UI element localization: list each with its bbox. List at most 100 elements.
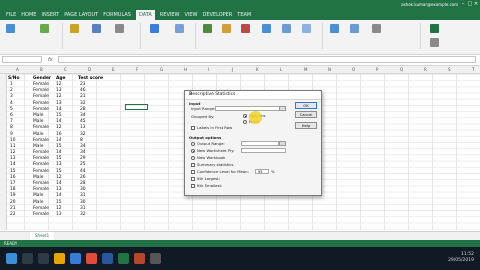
remove-duplicates-icon[interactable] bbox=[241, 24, 250, 33]
formula-bar: fx bbox=[0, 55, 480, 66]
refresh-all-icon[interactable] bbox=[40, 24, 49, 33]
summary-stats-checkbox[interactable] bbox=[191, 163, 195, 167]
confidence-checkbox[interactable] bbox=[191, 170, 195, 174]
ribbon-separator bbox=[140, 23, 141, 49]
sort-az-icon[interactable] bbox=[92, 24, 101, 33]
browser-icon[interactable] bbox=[70, 253, 81, 264]
excel-taskbar-icon[interactable] bbox=[118, 253, 129, 264]
sort-icon[interactable] bbox=[70, 24, 79, 33]
subtotal-icon[interactable] bbox=[372, 24, 381, 33]
windows-start-icon[interactable] bbox=[6, 253, 17, 264]
ribbon bbox=[0, 20, 480, 55]
name-box[interactable] bbox=[2, 56, 42, 63]
column-header-m[interactable]: M bbox=[304, 66, 307, 73]
consolidate-icon[interactable] bbox=[282, 24, 291, 33]
column-header-f[interactable]: F bbox=[136, 66, 138, 73]
confidence-unit: % bbox=[271, 169, 275, 174]
group-icon[interactable] bbox=[330, 24, 339, 33]
chrome-icon[interactable] bbox=[86, 253, 97, 264]
ribbon-separator bbox=[195, 23, 196, 49]
output-range-picker-icon[interactable] bbox=[279, 141, 286, 146]
column-header-i[interactable]: I bbox=[208, 66, 209, 73]
labels-first-row-checkbox[interactable] bbox=[191, 126, 195, 130]
clear-filter-icon[interactable] bbox=[175, 24, 184, 33]
column-header-o[interactable]: O bbox=[352, 66, 355, 73]
column-header-r[interactable]: R bbox=[424, 66, 427, 73]
column-header-l[interactable]: L bbox=[280, 66, 282, 73]
sort-za-icon[interactable] bbox=[115, 24, 124, 33]
dialog-close-icon[interactable]: ✕ bbox=[189, 91, 318, 99]
powerpoint-icon[interactable] bbox=[134, 253, 145, 264]
column-header-n[interactable]: N bbox=[328, 66, 331, 73]
input-range-field[interactable] bbox=[215, 106, 285, 111]
ok-button[interactable]: OK bbox=[295, 102, 317, 109]
get-external-data-icon[interactable] bbox=[6, 24, 15, 33]
system-tray[interactable]: 11:52 29/05/2019 bbox=[448, 252, 474, 264]
rows-radio[interactable] bbox=[243, 120, 247, 124]
solver-icon[interactable] bbox=[430, 38, 439, 47]
what-if-analysis-icon[interactable] bbox=[302, 24, 311, 33]
kth-smallest-checkbox[interactable] bbox=[191, 184, 195, 188]
column-header-t[interactable]: T bbox=[472, 66, 474, 73]
table-cell[interactable]: 32 bbox=[80, 212, 86, 218]
close-icon[interactable]: ✕ bbox=[473, 1, 479, 7]
task-view-icon[interactable] bbox=[38, 253, 49, 264]
column-header-b[interactable]: B bbox=[40, 66, 43, 73]
clock-date: 29/05/2019 bbox=[448, 258, 474, 263]
kth-largest-checkbox[interactable] bbox=[191, 177, 195, 181]
filter-icon[interactable] bbox=[150, 24, 159, 33]
cancel-button[interactable]: Cancel bbox=[295, 111, 317, 118]
ribbon-tabs: FILE HOME INSERT PAGE LAYOUT FORMULAS DA… bbox=[0, 10, 480, 20]
word-icon[interactable] bbox=[102, 253, 113, 264]
column-header-q[interactable]: Q bbox=[400, 66, 403, 73]
flash-fill-icon[interactable] bbox=[222, 24, 231, 33]
column-header-c[interactable]: C bbox=[64, 66, 67, 73]
minimize-icon[interactable]: – bbox=[460, 1, 466, 7]
column-header-d[interactable]: D bbox=[88, 66, 91, 73]
new-worksheet-radio[interactable] bbox=[191, 149, 195, 153]
selected-cell[interactable] bbox=[125, 104, 148, 110]
column-header-j[interactable]: J bbox=[232, 66, 233, 73]
tab-insert[interactable]: INSERT bbox=[41, 10, 59, 20]
ungroup-icon[interactable] bbox=[350, 24, 359, 33]
column-header-k[interactable]: K bbox=[256, 66, 259, 73]
tab-review[interactable]: REVIEW bbox=[160, 10, 180, 20]
search-icon[interactable] bbox=[22, 253, 33, 264]
text-to-columns-icon[interactable] bbox=[203, 24, 212, 33]
column-header-h[interactable]: H bbox=[184, 66, 187, 73]
column-header-e[interactable]: E bbox=[112, 66, 115, 73]
table-cell[interactable]: 13 bbox=[56, 212, 62, 218]
table-cell[interactable]: 22 bbox=[10, 212, 16, 218]
help-button[interactable]: Help bbox=[295, 122, 317, 129]
column-header-a[interactable]: A bbox=[16, 66, 19, 73]
new-worksheet-field[interactable] bbox=[241, 148, 286, 153]
ribbon-separator bbox=[420, 23, 421, 49]
tab-team[interactable]: TEAM bbox=[237, 10, 251, 20]
column-header-s[interactable]: S bbox=[448, 66, 451, 73]
output-range-field[interactable] bbox=[241, 141, 279, 146]
table-cell[interactable]: Female bbox=[33, 212, 49, 218]
column-header-p[interactable]: P bbox=[376, 66, 378, 73]
new-workbook-radio[interactable] bbox=[191, 156, 195, 160]
output-range-label: Output Range: bbox=[197, 141, 225, 146]
columns-radio[interactable] bbox=[243, 114, 247, 118]
data-validation-icon[interactable] bbox=[262, 24, 271, 33]
tab-page-layout[interactable]: PAGE LAYOUT bbox=[64, 10, 98, 20]
tab-formulas[interactable]: FORMULAS bbox=[103, 10, 131, 20]
tab-file[interactable]: FILE bbox=[6, 10, 16, 20]
tab-data[interactable]: DATA bbox=[135, 10, 155, 20]
tab-developer[interactable]: DEVELOPER bbox=[203, 10, 233, 20]
file-explorer-icon[interactable] bbox=[54, 253, 65, 264]
output-range-radio[interactable] bbox=[191, 142, 195, 146]
confidence-value-field[interactable]: 95 bbox=[255, 169, 269, 174]
tab-view[interactable]: VIEW bbox=[185, 10, 198, 20]
column-header-g[interactable]: G bbox=[160, 66, 163, 73]
input-range-picker-icon[interactable] bbox=[279, 106, 286, 111]
taskbar: 11:52 29/05/2019 bbox=[0, 247, 480, 270]
status-bar: READY bbox=[0, 240, 480, 247]
account-name[interactable]: ashok.kumar@example.com bbox=[401, 1, 458, 9]
data-analysis-icon[interactable] bbox=[430, 24, 439, 33]
tab-home[interactable]: HOME bbox=[21, 10, 36, 20]
formula-input[interactable] bbox=[58, 56, 476, 63]
app-icon[interactable] bbox=[150, 253, 161, 264]
